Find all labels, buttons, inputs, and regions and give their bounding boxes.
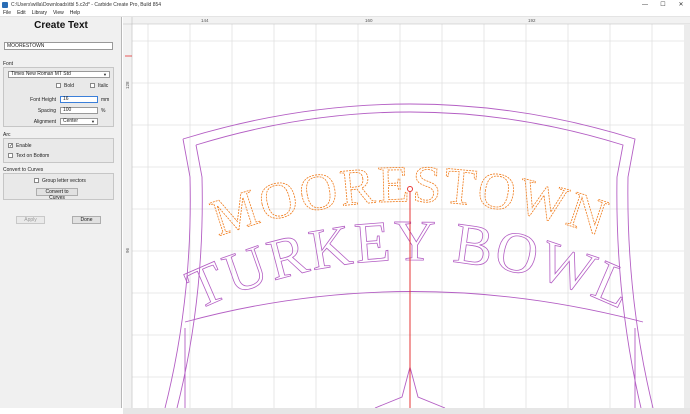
create-text-panel: Create Text MOORESTOWN Font Times New Ro… — [0, 17, 122, 408]
menu-file[interactable]: File — [0, 10, 14, 16]
left-ruler — [123, 17, 132, 408]
arc-handle[interactable] — [407, 186, 413, 192]
title-bar: C:\Users\willa\Downloads\tbl 5.c2d* - Ca… — [0, 0, 690, 9]
minimize-button[interactable]: — — [636, 0, 654, 9]
menu-edit[interactable]: Edit — [14, 10, 29, 16]
spacing-unit: % — [101, 108, 106, 114]
group-vectors-checkbox[interactable] — [34, 178, 39, 183]
maximize-button[interactable]: ☐ — [654, 0, 672, 9]
font-height-label: Font Height — [30, 97, 56, 103]
window-controls: — ☐ ✕ — [636, 0, 690, 9]
group-vectors-label: Group letter vectors — [42, 178, 86, 184]
font-height-unit: mm — [101, 97, 110, 103]
vertical-scrollbar[interactable] — [684, 24, 690, 408]
italic-checkbox[interactable] — [90, 83, 95, 88]
arc-section — [3, 138, 114, 163]
design-canvas[interactable]: 144 160 192 128 96 TURKEY BOWL MOORESTOW… — [123, 17, 690, 408]
done-button[interactable]: Done — [72, 216, 101, 224]
app-icon — [2, 1, 8, 8]
alignment-label: Alignment — [33, 119, 56, 125]
canvas-svg: 144 160 192 128 96 TURKEY BOWL MOORESTOW… — [123, 17, 690, 408]
enable-checkbox[interactable]: ✓ — [8, 143, 14, 149]
text-on-bottom-checkbox[interactable] — [8, 153, 13, 158]
window-title: C:\Users\willa\Downloads\tbl 5.c2d* - Ca… — [11, 1, 162, 8]
text-on-bottom-label: Text on Bottom — [16, 153, 50, 159]
menu-help[interactable]: Help — [67, 10, 83, 16]
alignment-select[interactable]: Center ▼ — [60, 118, 98, 125]
ruler-tick-label: 128 — [125, 81, 130, 89]
font-select-value: Times New Roman MT Std — [11, 71, 71, 77]
horizontal-scrollbar[interactable] — [123, 408, 690, 414]
text-input[interactable]: MOORESTOWN — [4, 42, 113, 50]
close-button[interactable]: ✕ — [672, 0, 690, 9]
spacing-label: Spacing — [37, 108, 56, 114]
chevron-down-icon: ▼ — [91, 119, 95, 124]
convert-to-curves-button[interactable]: Convert to Curves — [36, 188, 78, 201]
check-icon: ✓ — [9, 143, 14, 149]
panel-title: Create Text — [34, 20, 88, 31]
bold-label: Bold — [64, 83, 75, 89]
spacing-input[interactable]: 100 — [60, 107, 98, 114]
ruler-tick-label: 96 — [125, 247, 130, 253]
ruler-tick-label: 160 — [365, 18, 373, 23]
ruler-tick-label: 192 — [528, 18, 536, 23]
bold-checkbox[interactable] — [56, 83, 61, 88]
alignment-value: Center — [63, 118, 79, 124]
font-height-input[interactable]: 16 — [60, 96, 98, 103]
enable-label: Enable — [16, 143, 32, 149]
menu-view[interactable]: View — [50, 10, 67, 16]
menu-library[interactable]: Library — [29, 10, 50, 16]
ruler-tick-label: 144 — [201, 18, 209, 23]
font-select[interactable]: Times New Roman MT Std ▼ — [8, 71, 110, 78]
chevron-down-icon: ▼ — [103, 72, 107, 77]
apply-button[interactable]: Apply — [16, 216, 45, 224]
italic-label: Italic — [98, 83, 109, 89]
menu-bar: File Edit Library View Help — [0, 9, 690, 17]
